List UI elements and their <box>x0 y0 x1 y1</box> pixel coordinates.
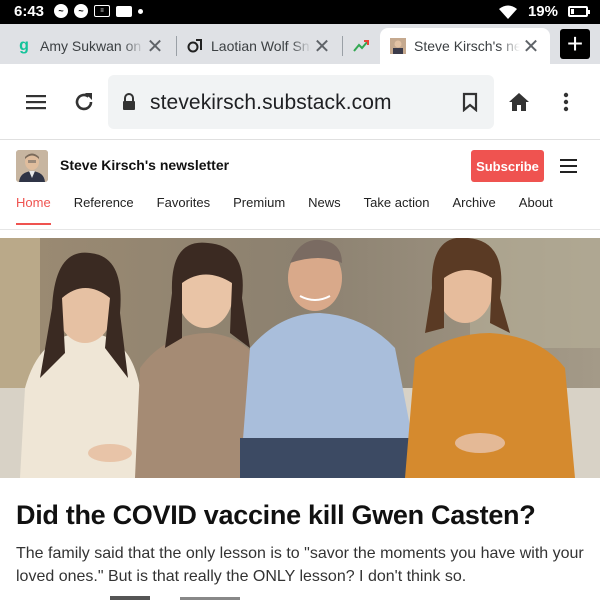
nav-favorites[interactable]: Favorites <box>157 195 210 225</box>
close-icon[interactable]: ✕ <box>311 35 333 58</box>
bookmark-icon <box>462 92 478 112</box>
notification-icons: ~ ~ ≡ <box>54 4 143 18</box>
tab-amy-sukwan[interactable]: g Amy Sukwan on ✕ <box>6 28 174 64</box>
home-icon <box>509 93 529 111</box>
more-vert-icon <box>563 92 569 112</box>
tab-title: Steve Kirsch's ne <box>414 38 520 54</box>
url-text: stevekirsch.substack.com <box>150 91 392 114</box>
hamburger-icon <box>26 95 46 110</box>
new-tab-button[interactable]: + <box>560 29 590 59</box>
article-hero-image[interactable] <box>0 238 600 478</box>
hamburger-icon <box>559 159 577 161</box>
mail-icon <box>116 5 132 17</box>
tab-chart[interactable] <box>343 28 379 64</box>
publication-header: Steve Kirsch's newsletter Subscribe Home… <box>0 140 600 230</box>
news-icon: ≡ <box>94 5 110 17</box>
battery-percent: 19% <box>527 3 558 20</box>
menu-button[interactable] <box>20 86 52 118</box>
link-swirl-icon <box>187 38 203 54</box>
publication-name[interactable]: Steve Kirsch's newsletter <box>60 157 229 173</box>
publication-nav: Home Reference Favorites Premium News Ta… <box>16 195 553 225</box>
chart-arrow-icon <box>353 38 369 54</box>
nav-home[interactable]: Home <box>16 195 51 225</box>
status-time: 6:43 <box>14 3 45 20</box>
close-icon[interactable]: ✕ <box>520 35 542 58</box>
overflow-menu-button[interactable] <box>550 86 582 118</box>
subscribe-button[interactable]: Subscribe <box>471 150 544 182</box>
grammarly-icon: g <box>19 37 29 54</box>
tab-laotian-wolf-snake[interactable]: Laotian Wolf Sna ✕ <box>177 28 341 64</box>
system-status: 19% <box>498 3 590 20</box>
nav-archive[interactable]: Archive <box>452 195 495 225</box>
dot-icon <box>138 8 143 14</box>
battery-level <box>571 9 574 14</box>
publication-avatar[interactable] <box>16 150 48 182</box>
tab-title: Laotian Wolf Sna <box>211 38 311 54</box>
reload-icon <box>75 93 93 111</box>
nav-reference[interactable]: Reference <box>74 195 134 225</box>
battery-icon <box>568 6 590 17</box>
avatar-icon <box>390 38 406 54</box>
messenger-icon: ~ <box>74 4 88 18</box>
article-subtitle: The family said that the only lesson is … <box>16 545 584 585</box>
lock-icon <box>123 93 135 110</box>
status-bar: 6:43 ~ ~ ≡ 19% <box>0 0 600 24</box>
tab-steve-kirsch[interactable]: Steve Kirsch's ne ✕ <box>380 28 550 64</box>
nav-take-action[interactable]: Take action <box>364 195 430 225</box>
address-bar[interactable]: stevekirsch.substack.com <box>108 75 494 129</box>
home-button[interactable] <box>503 86 535 118</box>
tab-title: Amy Sukwan on <box>40 38 142 54</box>
reload-button[interactable] <box>68 86 100 118</box>
nav-about[interactable]: About <box>519 195 553 225</box>
close-icon[interactable]: ✕ <box>144 35 166 58</box>
tab-strip: g Amy Sukwan on ✕ Laotian Wolf Sna ✕ Ste… <box>0 24 600 64</box>
nav-news[interactable]: News <box>308 195 341 225</box>
messenger-icon: ~ <box>54 4 68 18</box>
publication-menu-button[interactable] <box>556 154 580 178</box>
article-title[interactable]: Did the COVID vaccine kill Gwen Casten? <box>16 500 591 531</box>
wifi-icon <box>498 5 517 19</box>
browser-toolbar: stevekirsch.substack.com <box>0 64 600 140</box>
byline-partial <box>110 596 150 600</box>
nav-premium[interactable]: Premium <box>233 195 285 225</box>
family-photo <box>0 238 600 478</box>
bookmark-button[interactable] <box>454 86 486 118</box>
